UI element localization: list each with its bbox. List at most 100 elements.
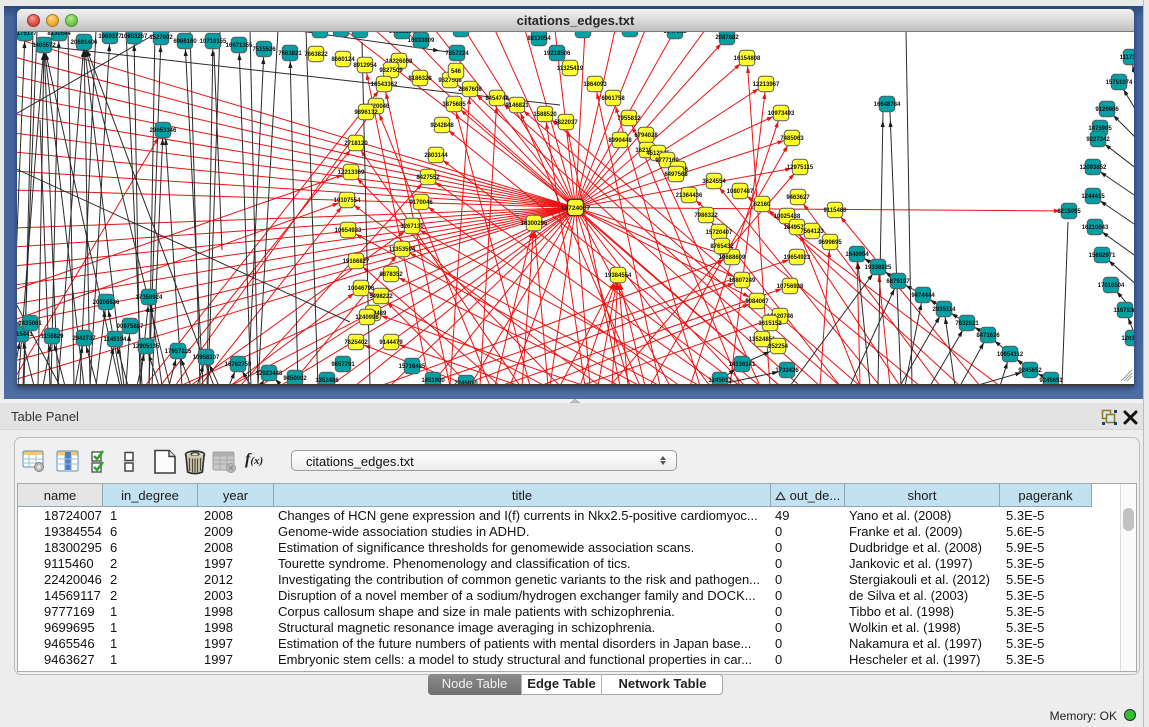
svg-text:10719155: 10719155 [200,39,227,45]
svg-text:11325419: 11325419 [557,66,584,72]
svg-text:19384554: 19384554 [605,273,632,279]
svg-text:9227342: 9227342 [1086,137,1110,143]
svg-text:9129906: 9129906 [1095,107,1119,113]
svg-text:1203450: 1203450 [1121,336,1134,342]
svg-text:7485063: 7485063 [780,136,804,142]
svg-text:8878352: 8878352 [379,272,403,278]
svg-text:8130544: 8130544 [47,32,71,37]
svg-text:8813054: 8813054 [527,36,551,42]
svg-text:6961758: 6961758 [601,96,625,102]
svg-text:9896132: 9896132 [354,110,378,116]
svg-text:2175177: 2175177 [17,32,37,37]
svg-text:9474444: 9474444 [911,293,935,299]
svg-text:19166827: 19166827 [343,259,370,265]
svg-text:8471626: 8471626 [976,333,1000,339]
svg-text:12975115: 12975115 [787,165,814,171]
svg-text:9115460: 9115460 [823,208,847,214]
svg-text:14136141: 14136141 [729,362,756,368]
svg-text:10958107: 10958107 [193,355,220,361]
svg-text:12923448: 12923448 [256,371,283,377]
svg-text:8454749: 8454749 [485,96,509,102]
svg-text:9450002: 9450002 [283,376,307,382]
svg-text:2942737: 2942737 [72,336,96,342]
svg-text:10973493: 10973493 [768,111,795,117]
svg-text:10046796: 10046796 [348,286,375,292]
svg-text:18807249: 18807249 [729,278,756,284]
svg-text:17359924: 17359924 [136,295,163,301]
svg-text:17016504: 17016504 [1098,283,1125,289]
svg-text:7663821: 7663821 [278,51,302,57]
svg-text:62160: 62160 [754,202,771,208]
svg-text:19338925: 19338925 [865,265,892,271]
svg-text:2803144: 2803144 [424,153,448,159]
svg-text:9463627: 9463627 [786,195,810,201]
svg-text:6497568: 6497568 [664,172,688,178]
svg-text:1145194: 1145194 [103,337,127,343]
svg-text:10654112: 10654112 [997,352,1024,358]
svg-text:10107554: 10107554 [334,198,361,204]
svg-text:1733426: 1733426 [775,368,799,374]
svg-text:21364436: 21364436 [676,193,703,199]
svg-text:1847563: 1847563 [449,32,473,33]
svg-text:8427552: 8427552 [416,175,440,181]
svg-text:19654923: 19654923 [784,255,811,261]
svg-text:7625402: 7625402 [344,340,368,346]
svg-text:2718120: 2718120 [344,141,368,147]
svg-text:3459812: 3459812 [618,32,642,33]
svg-text:12213967: 12213967 [753,82,780,88]
svg-text:90975887: 90975887 [117,324,144,330]
svg-text:16782759: 16782759 [225,362,252,368]
svg-text:7857224: 7857224 [445,51,469,57]
svg-text:6794028: 6794028 [634,133,658,139]
svg-text:7564123: 7564123 [800,229,824,235]
svg-text:1615152: 1615152 [758,321,782,327]
svg-text:16671355: 16671355 [226,43,253,49]
svg-text:12093852: 12093852 [1080,165,1107,171]
svg-text:7345678: 7345678 [348,32,372,34]
svg-text:8765432: 8765432 [710,244,734,250]
svg-text:20691406: 20691406 [71,40,98,46]
svg-text:16543362: 16543362 [371,82,398,88]
svg-text:18724007: 18724007 [561,205,591,212]
svg-text:2384756: 2384756 [571,32,595,34]
svg-text:1240998: 1240998 [355,315,379,321]
svg-text:16033809: 16033809 [389,32,416,35]
svg-text:15751074: 15751074 [1106,80,1133,86]
svg-text:1244415: 1244415 [1081,194,1105,200]
svg-text:1435061: 1435061 [18,321,42,327]
svg-text:3624554: 3624554 [702,179,726,185]
svg-text:9084067: 9084067 [745,299,769,305]
svg-text:7663822: 7663822 [304,52,328,58]
svg-text:5498222: 5498222 [369,294,393,300]
svg-text:6879197: 6879197 [886,279,910,285]
svg-text:7515526: 7515526 [252,47,276,53]
svg-text:9170046: 9170046 [409,200,433,206]
svg-text:7632621: 7632621 [955,321,979,327]
svg-text:1980377: 1980377 [98,34,122,40]
svg-text:10807487: 10807487 [727,189,754,195]
svg-text:1864093: 1864093 [583,82,607,88]
svg-text:16154808: 16154808 [734,56,761,62]
svg-text:3875685: 3875685 [442,102,466,108]
svg-text:3267130: 3267130 [400,224,424,230]
svg-text:12213369: 12213369 [338,170,365,176]
svg-text:9242848: 9242848 [430,123,454,129]
svg-text:252254: 252254 [768,344,789,350]
svg-text:9245652: 9245652 [1018,368,1042,374]
svg-text:18300295: 18300295 [521,221,548,227]
svg-text:16033809: 16033809 [408,38,435,44]
svg-text:9699695: 9699695 [818,240,842,246]
svg-text:2867608: 2867608 [458,87,482,93]
svg-text:2087682: 2087682 [715,35,739,41]
svg-text:9327509: 9327509 [379,68,403,74]
svg-text:8912954: 8912954 [353,63,377,69]
svg-text:10756928: 10756928 [777,284,804,290]
svg-text:29053346: 29053346 [150,128,177,134]
svg-text:1588520: 1588520 [533,112,557,118]
svg-text:16648784: 16648784 [874,102,901,108]
svg-text:7955812: 7955812 [617,116,641,122]
svg-text:8186328: 8186328 [408,76,432,82]
svg-text:19218506: 19218506 [544,51,571,57]
svg-text:1405572: 1405572 [32,43,56,49]
svg-text:17957225: 17957225 [165,349,192,355]
